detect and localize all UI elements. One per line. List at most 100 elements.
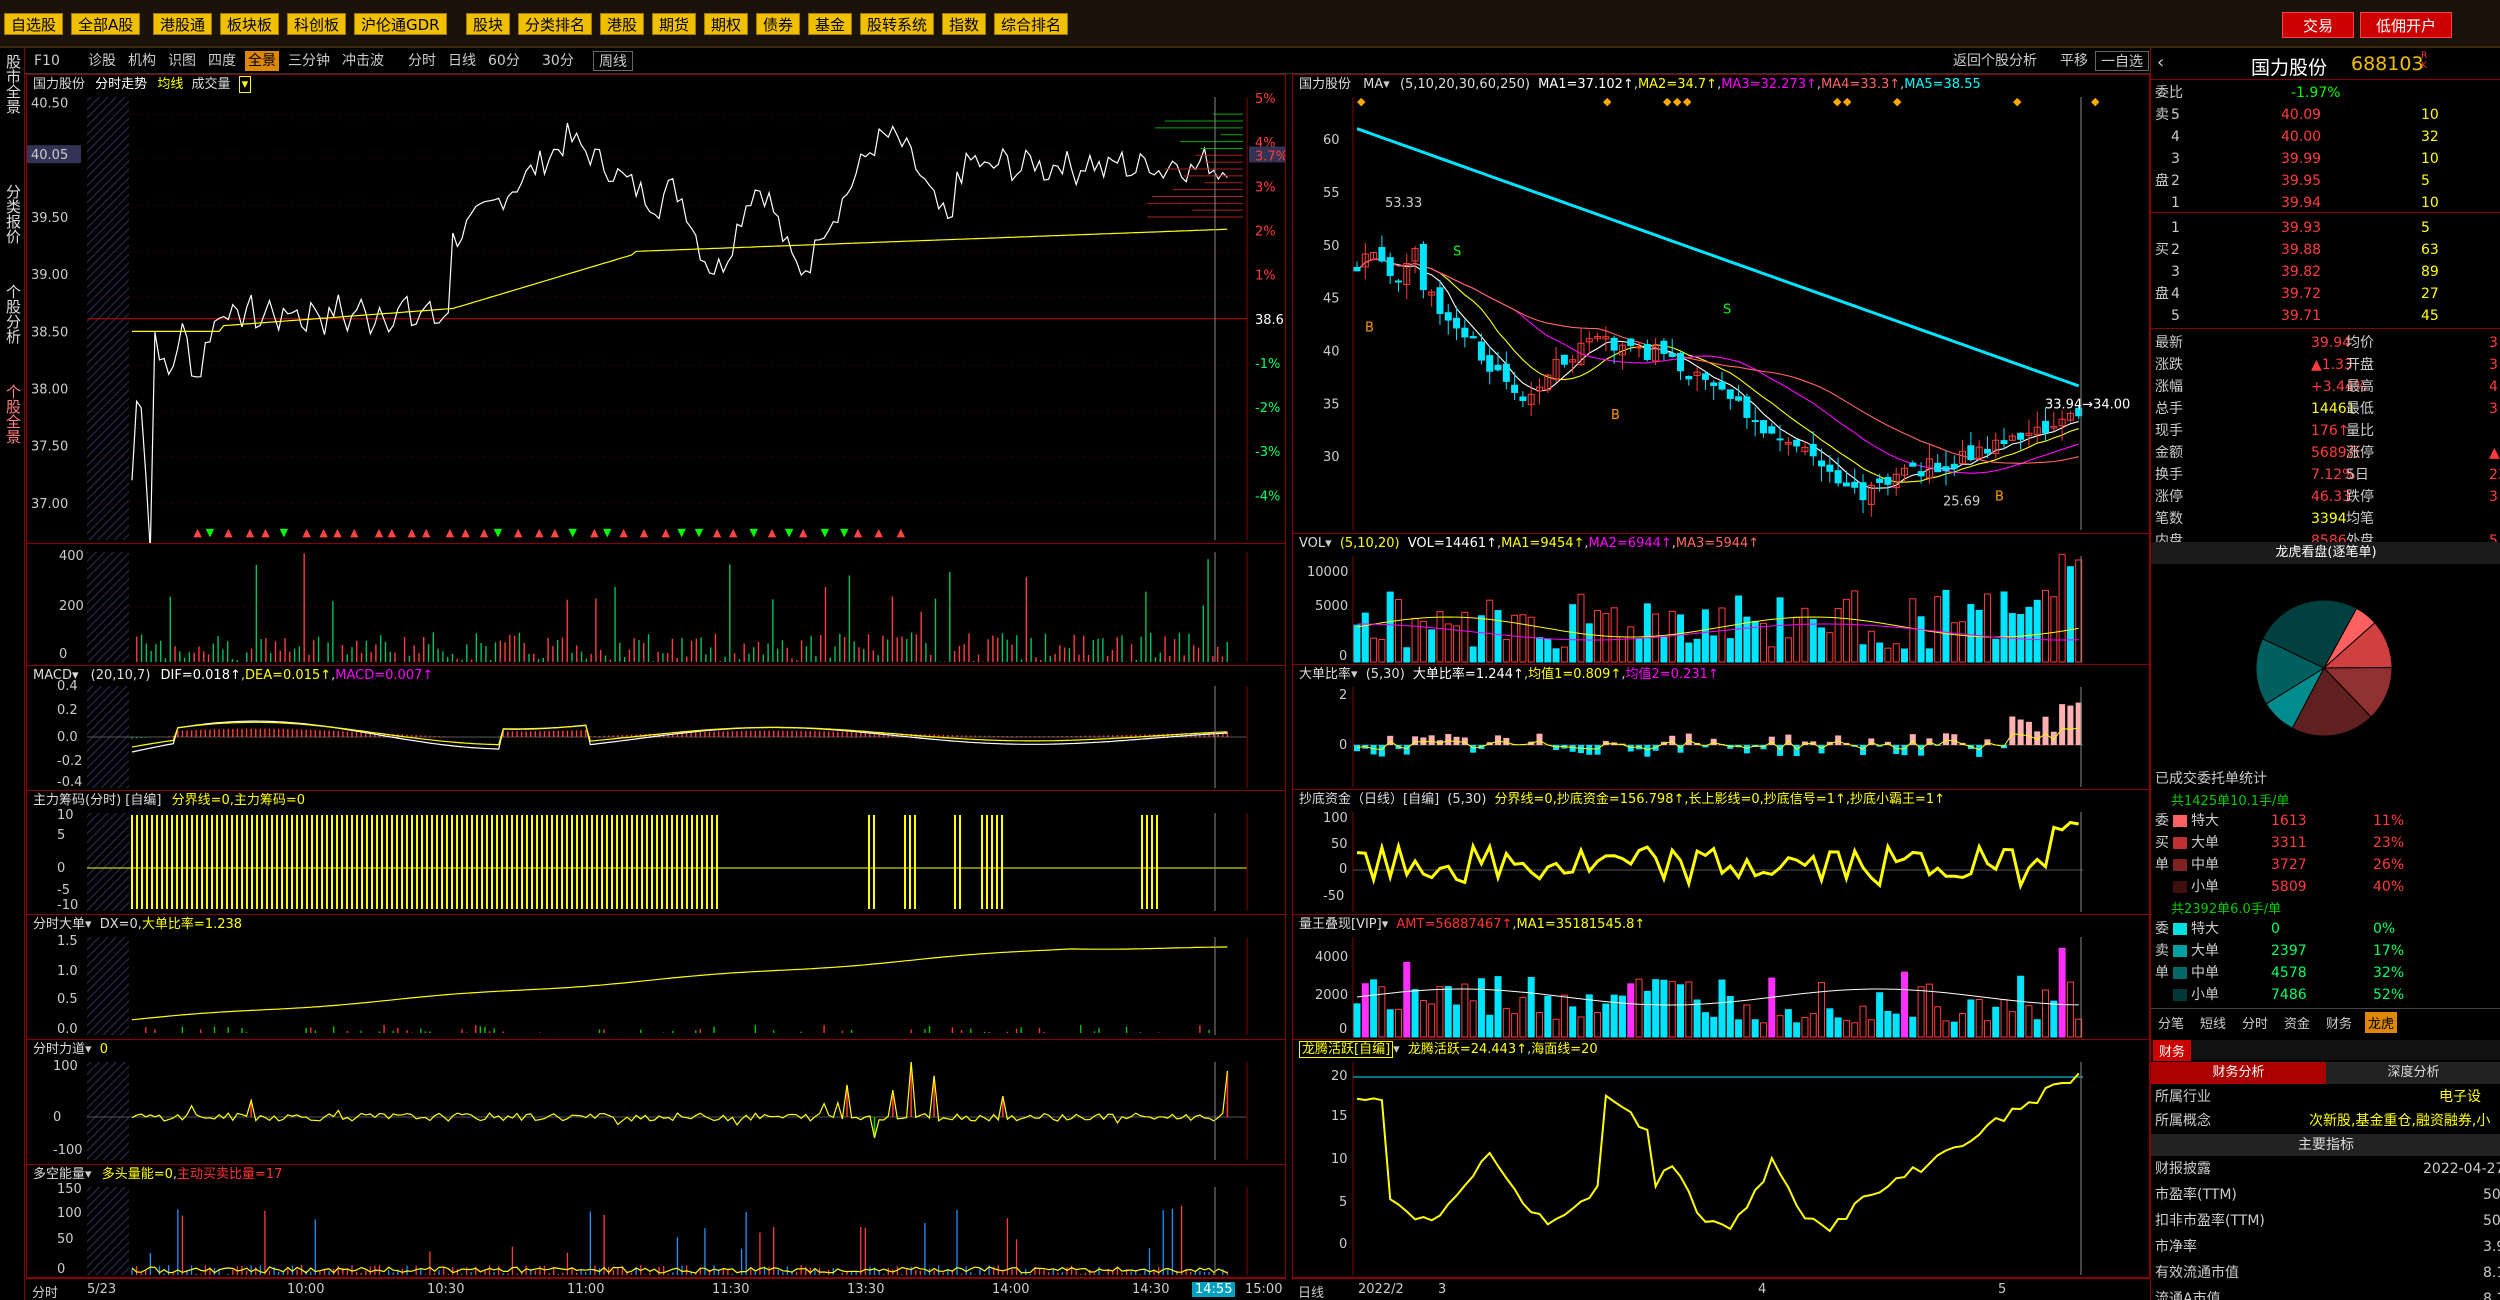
order-book-row[interactable]: 盘 2 39.95 5 (2151, 170, 2500, 192)
subbar-item-0[interactable]: F10 (31, 51, 63, 71)
macd-pane[interactable]: MACD▾ (20,10,7) DIF=0.018↑,DEA=0.015↑,MA… (26, 665, 1286, 791)
volume-bar (1477, 615, 1485, 663)
dragon-active-pane[interactable]: 龙腾活跃[自编] ▾ 龙腾活跃=24.443↑,海面线=20 20 15 10 5 0 (1292, 1039, 2150, 1278)
subbar-item-12[interactable]: 周线 (593, 51, 633, 71)
sell-signal-marker: ▼ (840, 526, 849, 539)
volume-bar (1660, 636, 1668, 663)
order-book-row[interactable]: 1 39.93 5 (2151, 217, 2500, 239)
subbar-item-9[interactable]: 日线 (445, 51, 479, 71)
big-order-pane[interactable]: 分时大单▾ DX=0,大单比率=1.238 1.5 1.0 0.5 0.0 (26, 914, 1286, 1040)
event-diamond: ◆ (1893, 95, 1902, 108)
toolbar-item-9[interactable]: 期货 (652, 13, 697, 35)
order-book-row[interactable]: 3 39.99 10 (2151, 148, 2500, 170)
subbar-item-10[interactable]: 60分 (485, 51, 523, 71)
order-book-row[interactable]: 5 39.71 45 (2151, 305, 2500, 327)
volume-bar (1610, 607, 1618, 663)
toolbar-item-12[interactable]: 基金 (808, 13, 853, 35)
tab-market-overview[interactable]: 股市全景 (2, 54, 23, 118)
tab-category-quotes[interactable]: 分类报价 (2, 184, 23, 248)
intraday-price-pane[interactable]: 国力股份 分时走势 均线 成交量 ▾ 40.50 40.05 39.50 39.00 3… (26, 74, 1286, 544)
level: 2 (2171, 173, 2180, 189)
subbar-item-11[interactable]: 30分 (539, 51, 577, 71)
subbar-item-5[interactable]: 全景 (245, 51, 279, 71)
toolbar-item-6[interactable]: 股块 (466, 13, 511, 35)
energy-pane[interactable]: 多空能量▾ 多头量能=0,主动买卖比量=17 150 100 50 0 (26, 1164, 1286, 1278)
buy-signal-marker: ▲ (193, 526, 202, 539)
toolbar-item-15[interactable]: 综合排名 (994, 13, 1069, 35)
main-chip-pane[interactable]: 主力筹码(分时) [自编] 分界线=0,主力筹码=0 10 5 0 -5 -10 (26, 790, 1286, 915)
amount-bar (2017, 975, 2025, 1038)
buy-signal-marker: ▲ (350, 526, 359, 539)
toolbar-item-11[interactable]: 债券 (756, 13, 801, 35)
back-to-analysis-link[interactable]: 返回个股分析 (1950, 51, 2040, 71)
intraday-volume-pane[interactable]: 400 200 0 (26, 543, 1286, 666)
toolbar-item-3[interactable]: 板块板 (220, 13, 280, 35)
subbar-item-1[interactable]: 诊股 (85, 51, 119, 71)
qty: 89 (2421, 264, 2439, 280)
order-book-row[interactable]: 买 2 39.88 63 (2151, 239, 2500, 261)
price-tick: 45 (1323, 292, 1340, 307)
toolbar-item-13[interactable]: 股转系统 (860, 13, 935, 35)
subbar-item-8[interactable]: 分时 (405, 51, 439, 71)
ratio-bar (1860, 745, 1867, 755)
order-book-row[interactable]: 4 40.00 32 (2151, 126, 2500, 148)
watchlist-dropdown[interactable]: 一自选 (2095, 51, 2149, 71)
toolbar-item-7[interactable]: 分类排名 (518, 13, 593, 35)
volume-bar (1884, 647, 1892, 663)
order-class-row: 小单 7486 52% (2151, 984, 2500, 1006)
volume-bar (1394, 599, 1402, 663)
tab-stock-overview[interactable]: 个股全景 (2, 384, 23, 448)
bottom-fund-pane[interactable]: 抄底资金（日线）[自编] (5,30) 分界线=0,抄底资金=156.798↑,… (1292, 789, 2150, 915)
toolbar-item-0[interactable]: 自选股 (4, 13, 64, 35)
finance-analysis-tab[interactable]: 财务分析 (2151, 1062, 2326, 1084)
toolbar-item-10[interactable]: 期权 (704, 13, 749, 35)
ratio-bar (1818, 745, 1825, 754)
amount-bar (1743, 1004, 1751, 1038)
toolbar-item-8[interactable]: 港股 (600, 13, 645, 35)
subbar-item-3[interactable]: 识图 (165, 51, 199, 71)
dt-tab-0[interactable]: 分笔 (2155, 1012, 2187, 1033)
deep-analysis-tab[interactable]: 深度分析 (2326, 1062, 2500, 1084)
order-book-row[interactable]: 3 39.82 89 (2151, 261, 2500, 283)
toolbar-item-14[interactable]: 指数 (942, 13, 987, 35)
force-pane[interactable]: 分时力道▾ 0 100 0 -100 (26, 1039, 1286, 1165)
subbar-item-4[interactable]: 四度 (205, 51, 239, 71)
dt-tab-2[interactable]: 分时 (2239, 1012, 2271, 1033)
order-book-row[interactable]: 盘 4 39.72 27 (2151, 283, 2500, 305)
sell-signal-marker: ▼ (677, 526, 686, 539)
volume-bar (1925, 648, 1933, 663)
daily-volume-pane[interactable]: VOL▾ (5,10,20) VOL=14461↑,MA1=9454↑,MA2=… (1292, 533, 2150, 665)
level: 4 (2171, 286, 2180, 302)
toolbar-item-1[interactable]: 全部A股 (71, 13, 141, 35)
tab-stock-analysis[interactable]: 个股分析 (2, 284, 23, 348)
toolbar-item-2[interactable]: 港股通 (153, 13, 213, 35)
pan-button[interactable]: 平移 (2057, 51, 2091, 71)
dt-tab-4[interactable]: 财务 (2323, 1012, 2355, 1033)
low-commission-account-button[interactable]: 低佣开户 (2360, 12, 2452, 38)
daily-kline-pane[interactable]: 国力股份 MA▾ (5,10,20,30,60,250) MA1=37.102↑… (1292, 74, 2150, 534)
order-pct: 23% (2373, 835, 2405, 851)
chip-tick: 0 (57, 861, 65, 876)
chevron-left-icon[interactable]: ‹ (2157, 52, 2164, 73)
subbar-item-2[interactable]: 机构 (125, 51, 159, 71)
pct-tick: 2% (1255, 225, 1276, 240)
amount-bar (1403, 961, 1411, 1038)
dt-tab-5[interactable]: 龙虎 (2365, 1012, 2398, 1033)
dt-tab-1[interactable]: 短线 (2197, 1012, 2229, 1033)
toolbar-item-5[interactable]: 沪伦通GDR (354, 13, 447, 35)
price-tick: 30 (1323, 450, 1340, 465)
volume-king-pane[interactable]: 量王叠现[VIP]▾ AMT=56887467↑,MA1=35181545.8↑… (1292, 914, 2150, 1040)
amount-bar (1992, 1006, 2000, 1038)
order-book-row[interactable]: 1 39.94 10 (2151, 192, 2500, 214)
big-ratio-pane[interactable]: 大单比率▾ (5,30) 大单比率=1.244↑,均值1=0.809↑,均值2=… (1292, 664, 2150, 790)
toolbar-item-4[interactable]: 科创板 (287, 13, 347, 35)
finance-tab[interactable]: 财务 (2153, 1040, 2192, 1061)
order-book-row[interactable]: 卖 5 40.09 10 (2151, 104, 2500, 126)
volume-bar (1428, 629, 1436, 663)
trade-button[interactable]: 交易 (2282, 12, 2354, 38)
amount-bar (1511, 1013, 1519, 1038)
dt-tab-3[interactable]: 资金 (2281, 1012, 2313, 1033)
subbar-item-7[interactable]: 冲击波 (339, 51, 387, 71)
subbar-item-6[interactable]: 三分钟 (285, 51, 333, 71)
candle-body (2000, 440, 2008, 444)
